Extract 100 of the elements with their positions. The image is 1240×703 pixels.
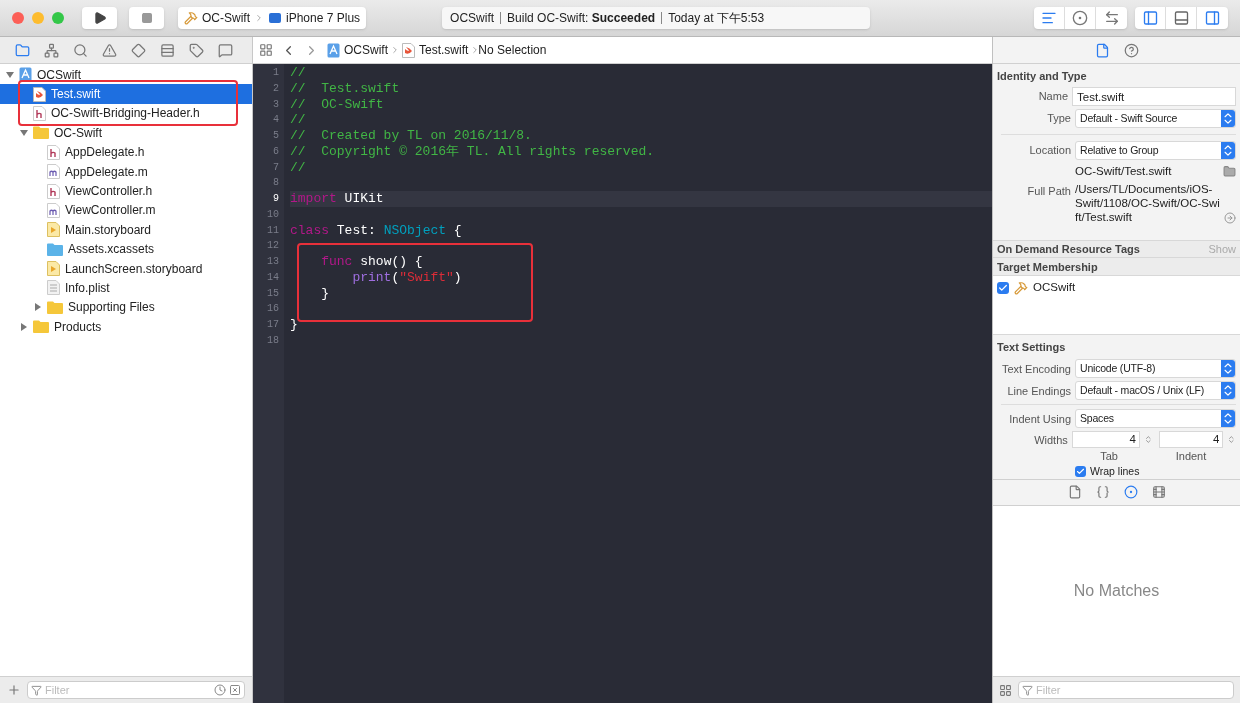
section-title: On Demand Resource Tags: [997, 242, 1141, 257]
file-tree-item[interactable]: LaunchScreen.storyboard: [0, 258, 252, 279]
folder-icon: [33, 126, 49, 140]
library-tab[interactable]: [1123, 485, 1138, 500]
navigator-tab[interactable]: [159, 42, 175, 58]
filter-field[interactable]: Filter: [27, 681, 245, 699]
file-tree-item[interactable]: AppDelegate.m: [0, 161, 252, 182]
file-tree-item[interactable]: ViewController.h: [0, 181, 252, 201]
type-select[interactable]: Default - Swift Source: [1075, 109, 1236, 128]
line-number: 12: [266, 239, 279, 254]
file-tree-item[interactable]: AppDelegate.h: [0, 142, 252, 162]
scheme-name[interactable]: OC-Swift: [202, 9, 250, 27]
filter-field[interactable]: Filter: [1018, 681, 1234, 699]
code-line: // Copyright © 2016年 TL. All rights reserved.: [290, 143, 656, 160]
jump-bar-item[interactable]: No Selection: [478, 41, 547, 59]
document-icon: [1094, 42, 1110, 58]
run-button[interactable]: [82, 7, 117, 29]
disclosure-collapsed-icon[interactable]: [34, 303, 42, 312]
braces-icon: [1095, 485, 1110, 500]
disclosure-collapsed-icon[interactable]: [20, 322, 28, 331]
search-icon: [72, 42, 88, 58]
scheme-selector[interactable]: OC-Swift iPhone 7 Plus: [178, 7, 367, 29]
check-icon: [1076, 466, 1085, 476]
encoding-select[interactable]: Unicode (UTF-8): [1075, 359, 1236, 379]
line-number: 13: [266, 255, 279, 269]
full-path: /Users/TL/Documents/iOS-Swift/1108/OC-Swift/OC-Swift/Test.swift: [1075, 182, 1220, 225]
file-tree-item[interactable]: OCSwift: [0, 65, 252, 85]
filter-toggle-icon[interactable]: [229, 684, 241, 696]
name-field[interactable]: Test.swift: [1072, 87, 1236, 106]
clock-icon[interactable]: [214, 684, 226, 696]
add-icon[interactable]: [7, 683, 21, 697]
disclosure-expanded-icon[interactable]: [20, 128, 28, 137]
file-tree-item[interactable]: OC-Swift-Bridging-Header.h: [0, 103, 252, 124]
help-icon: [1123, 42, 1139, 58]
stop-button[interactable]: [129, 7, 164, 29]
line-number: 18: [266, 333, 279, 348]
folder-icon: [14, 42, 30, 58]
navigator-tab[interactable]: [188, 42, 204, 58]
line-number: 7: [272, 160, 279, 175]
code-line: print("Swift"): [351, 269, 463, 286]
location-select[interactable]: Relative to Group: [1075, 141, 1236, 160]
grid-icon[interactable]: [259, 43, 273, 57]
navigator-tab[interactable]: [14, 42, 30, 58]
folder-icon: [47, 242, 63, 256]
check-icon: [998, 282, 1008, 293]
line-number: 6: [272, 144, 279, 159]
filter-icon: [1022, 685, 1033, 696]
file-tree-item[interactable]: Test.swift: [0, 84, 252, 104]
indent-width-field[interactable]: 4: [1159, 431, 1224, 449]
file-tree-item[interactable]: ViewController.m: [0, 200, 252, 221]
file-tree-item[interactable]: Assets.xcassets: [0, 239, 252, 259]
navigator-tab[interactable]: [130, 42, 146, 58]
navigator-tab[interactable]: [101, 42, 117, 58]
code-line: //: [290, 112, 307, 128]
field-label: Name: [1037, 89, 1068, 105]
field-label: Text Encoding: [1000, 361, 1071, 377]
project-icon: [327, 42, 340, 58]
inspector-tab[interactable]: [1123, 42, 1139, 58]
device-name[interactable]: iPhone 7 Plus: [286, 9, 361, 27]
close-button[interactable]: [12, 12, 24, 24]
tab-width-field[interactable]: 4: [1071, 431, 1140, 449]
line-number: 1: [272, 66, 279, 80]
project-icon: [19, 67, 32, 83]
navigator-tab[interactable]: [217, 42, 233, 58]
field-label: Line Endings: [1006, 383, 1071, 399]
file-tree-item[interactable]: Info.plist: [0, 278, 252, 298]
indent-select[interactable]: Spaces: [1075, 409, 1236, 429]
line-number: 8: [272, 176, 279, 191]
checkbox[interactable]: [997, 281, 1009, 294]
folder-icon[interactable]: [1223, 165, 1236, 179]
plist-file-icon: [47, 280, 60, 296]
relative-path: OC-Swift/Test.swift: [1075, 164, 1173, 179]
file-tree-item[interactable]: Supporting Files: [0, 297, 252, 318]
app-target-icon: [1014, 280, 1028, 295]
checkbox[interactable]: [1075, 465, 1086, 477]
jump-bar-item[interactable]: Test.swift: [419, 41, 469, 59]
grid-icon[interactable]: [999, 683, 1012, 697]
implementation-file-icon: [47, 202, 60, 218]
library-tab[interactable]: [1095, 485, 1110, 500]
swift-file-icon: [33, 86, 46, 102]
reveal-icon[interactable]: [1224, 212, 1236, 225]
file-tree-item[interactable]: Products: [0, 317, 252, 337]
jump-bar-item[interactable]: OCSwift: [344, 41, 388, 59]
navigator-tab[interactable]: [43, 42, 59, 58]
section-title: Identity and Type: [997, 69, 1088, 84]
stepper-icon: [1221, 142, 1235, 159]
rows-icon: [159, 42, 175, 58]
library-tab[interactable]: [1151, 485, 1166, 500]
library-tab[interactable]: [1067, 485, 1082, 500]
tag-icon: [188, 42, 204, 58]
line-endings-select[interactable]: Default - macOS / Unix (LF): [1075, 381, 1236, 401]
inspector-tab[interactable]: [1094, 42, 1110, 58]
line-number: 4: [272, 113, 279, 128]
file-tree-item[interactable]: OC-Swift: [0, 123, 252, 143]
film-icon: [1151, 485, 1166, 500]
warning-icon: [101, 42, 117, 58]
navigator-tab[interactable]: [72, 42, 88, 58]
disclosure-expanded-icon[interactable]: [6, 70, 14, 79]
file-tree-item[interactable]: Main.storyboard: [0, 220, 252, 240]
code-line: // Created by TL on 2016/11/8.: [290, 128, 533, 144]
